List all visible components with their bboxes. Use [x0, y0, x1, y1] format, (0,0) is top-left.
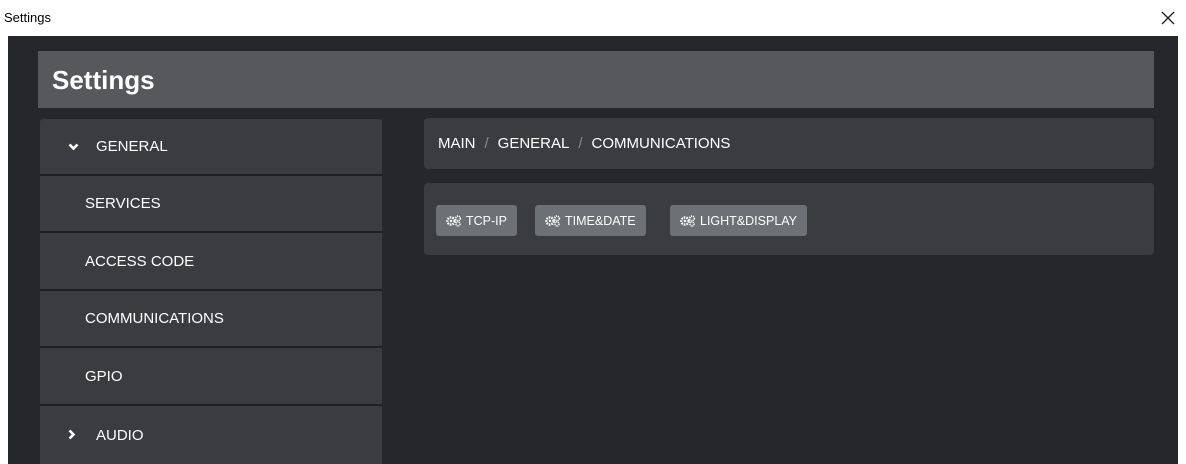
sidebar-item-access-code[interactable]: ACCESS CODE: [40, 234, 382, 291]
page-title: Settings: [52, 65, 155, 95]
cogs-icon: [680, 214, 696, 227]
sidebar-item-general[interactable]: GENERAL: [40, 119, 382, 176]
breadcrumb: MAIN / GENERAL / COMMUNICATIONS: [424, 118, 1154, 169]
light-display-button[interactable]: LIGHT&DISPLAY: [670, 205, 808, 236]
breadcrumb-separator: /: [578, 135, 583, 152]
breadcrumb-item-main[interactable]: MAIN: [438, 135, 476, 152]
window-title: Settings: [4, 10, 51, 25]
breadcrumb-separator: /: [484, 135, 489, 152]
sidebar-item-label: GPIO: [85, 368, 123, 385]
sidebar-item-label: SERVICES: [85, 195, 161, 212]
close-icon: [1161, 11, 1175, 25]
cogs-icon: [446, 214, 462, 227]
communications-options-panel: TCP-IP TIME&DATE LIGHT&DISPLAY: [424, 183, 1154, 255]
button-label: LIGHT&DISPLAY: [700, 213, 798, 228]
chevron-down-icon: [68, 138, 96, 155]
sidebar-item-label: ACCESS CODE: [85, 253, 195, 270]
button-label: TIME&DATE: [565, 213, 636, 228]
sidebar-item-audio[interactable]: AUDIO: [40, 407, 382, 464]
sidebar-item-gpio[interactable]: GPIO: [40, 349, 382, 406]
button-label: TCP-IP: [466, 213, 507, 228]
breadcrumb-item-general[interactable]: GENERAL: [498, 135, 570, 152]
tcp-ip-button[interactable]: TCP-IP: [436, 205, 517, 236]
sidebar-item-label: AUDIO: [96, 427, 144, 444]
cogs-icon: [545, 214, 561, 227]
breadcrumb-item-communications: COMMUNICATIONS: [591, 135, 731, 152]
chevron-right-icon: [68, 427, 96, 444]
close-button[interactable]: [1156, 6, 1180, 30]
sidebar-item-label: GENERAL: [96, 138, 168, 155]
sidebar-item-communications[interactable]: COMMUNICATIONS: [40, 291, 382, 348]
app-container: Settings GENERAL SERVICES ACCESS CODE CO…: [8, 36, 1178, 464]
window-titlebar: Settings: [0, 0, 1186, 36]
sidebar: GENERAL SERVICES ACCESS CODE COMMUNICATI…: [40, 119, 382, 464]
time-date-button[interactable]: TIME&DATE: [535, 205, 646, 236]
page-header: Settings: [38, 51, 1154, 108]
sidebar-item-label: COMMUNICATIONS: [85, 310, 224, 327]
sidebar-item-services[interactable]: SERVICES: [40, 176, 382, 233]
